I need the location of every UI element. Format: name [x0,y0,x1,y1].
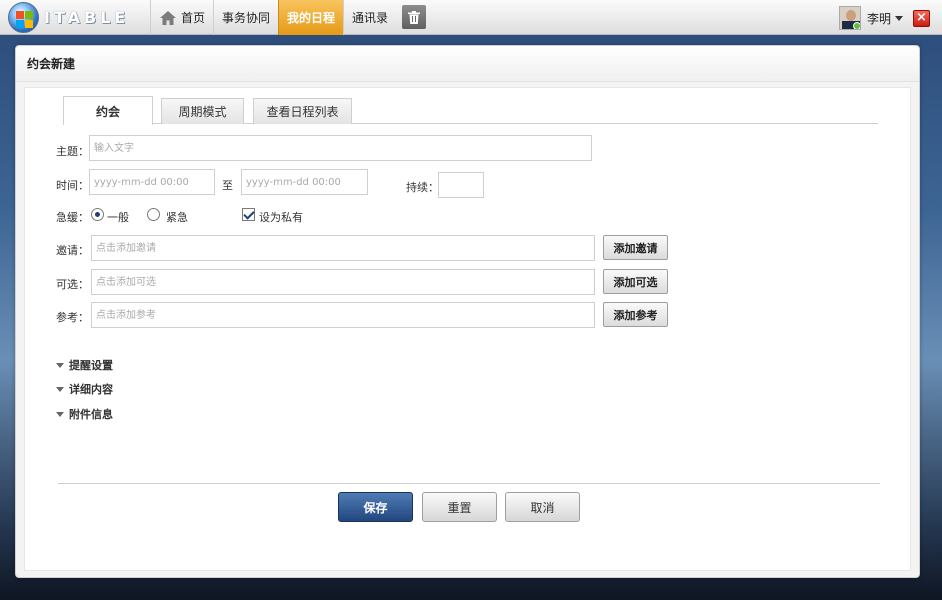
time-label: 时间： [56,179,89,192]
nav-label-contacts: 通讯录 [352,11,389,25]
nav-label-collaboration: 事务协同 [222,11,271,25]
nav-label-home: 首页 [181,11,206,25]
add-optional-button[interactable]: 添加可选 [603,269,668,294]
subject-label: 主题： [56,145,89,158]
save-button[interactable]: 保存 [338,492,413,522]
cancel-button[interactable]: 取消 [505,492,580,522]
nav-item-collaboration[interactable]: 事务协同 [213,0,278,35]
online-status-icon [852,22,860,29]
app-logo[interactable]: ITABLE [8,2,148,33]
duration-input[interactable] [438,172,484,198]
invite-label: 邀请： [56,244,89,257]
duration-label: 持续： [406,181,439,194]
urgency-urgent-label: 紧急 [166,211,188,224]
end-time-input[interactable] [241,169,368,195]
trash-button[interactable] [402,5,427,29]
close-icon: × [916,9,927,25]
private-label: 设为私有 [259,211,303,224]
private-checkbox[interactable] [242,208,255,221]
add-reference-button[interactable]: 添加参考 [603,302,668,327]
tab-strip: 约会 周期模式 查看日程列表 [63,96,878,125]
urgency-urgent-radio[interactable] [147,208,160,221]
subject-input[interactable] [89,135,592,161]
reset-button[interactable]: 重置 [422,492,497,522]
section-label: 附件信息 [69,408,113,421]
top-nav-bar: ITABLE 首页 事务协同 我的日程 通讯录 李明 × [0,0,942,35]
section-attachments[interactable]: 附件信息 [56,406,113,422]
tab-recurrence[interactable]: 周期模式 [161,98,244,124]
avatar[interactable] [838,6,861,30]
tab-label: 查看日程列表 [266,105,339,119]
urgency-normal-label: 一般 [107,211,129,224]
nav-item-home[interactable]: 首页 [150,0,213,35]
nav-label-my-schedule: 我的日程 [287,11,336,25]
optional-label: 可选： [56,278,89,291]
optional-input[interactable] [91,269,595,295]
section-details[interactable]: 详细内容 [56,381,113,397]
tab-label: 约会 [95,104,120,119]
divider [58,483,880,484]
home-icon [160,10,176,25]
logo-text: ITABLE [44,8,130,27]
form-body: 约会 周期模式 查看日程列表 主题： 时间： 至 持续： 急缓： 一般 紧急 设… [24,87,911,571]
tab-schedule-list[interactable]: 查看日程列表 [253,98,352,124]
section-label: 详细内容 [69,383,113,396]
chevron-down-icon [56,362,64,368]
user-name[interactable]: 李明 [867,10,891,27]
user-menu-chevron-down-icon[interactable] [895,15,903,21]
trash-icon [408,10,421,24]
section-label: 提醒设置 [69,359,113,372]
nav-item-contacts[interactable]: 通讯录 [343,0,396,35]
chevron-down-icon [56,411,64,417]
urgency-label: 急缓： [56,211,89,224]
appointment-panel: 约会新建 约会 周期模式 查看日程列表 主题： 时间： 至 持续： 急缓： 一般 [15,45,920,578]
close-button[interactable]: × [913,9,930,27]
logo-globe-icon [8,2,39,33]
section-reminder-settings[interactable]: 提醒设置 [56,357,113,373]
main-nav: 首页 事务协同 我的日程 通讯录 [150,0,432,35]
reference-label: 参考： [56,311,89,324]
add-invite-button[interactable]: 添加邀请 [603,235,668,260]
chevron-down-icon [56,386,64,392]
invite-input[interactable] [91,235,595,261]
nav-item-my-schedule[interactable]: 我的日程 [278,0,344,35]
user-area: 李明 × [838,5,930,31]
start-time-input[interactable] [89,169,215,195]
reference-input[interactable] [91,302,595,328]
panel-title: 约会新建 [16,46,919,82]
tab-appointment[interactable]: 约会 [63,96,153,125]
tab-label: 周期模式 [178,105,227,119]
urgency-normal-radio[interactable] [91,208,104,221]
time-to-label: 至 [222,179,233,192]
